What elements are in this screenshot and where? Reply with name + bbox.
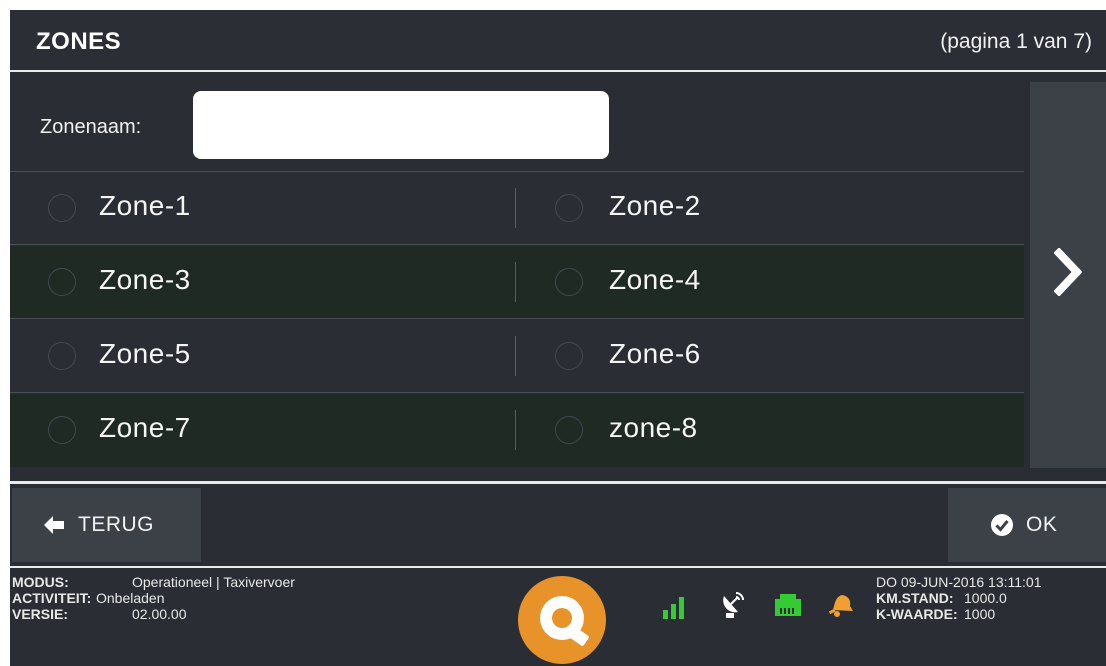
column-divider	[515, 262, 516, 302]
zone-label: Zone-3	[99, 264, 191, 295]
zone-label: Zone-6	[609, 338, 701, 369]
bell-icon	[828, 595, 853, 617]
signal-bars-icon	[663, 597, 684, 619]
radio-icon[interactable]	[48, 194, 76, 222]
status-key: MODUS:	[12, 574, 69, 590]
zone-name-input[interactable]	[193, 91, 609, 159]
zone-label: Zone-5	[99, 338, 191, 369]
header-bar: ZONES (pagina 1 van 7)	[10, 10, 1106, 72]
zone-row: Zone-7 zone-8	[10, 394, 1024, 467]
radio-icon[interactable]	[48, 342, 76, 370]
logo-tail	[566, 625, 590, 647]
satellite-dish-icon	[723, 592, 744, 618]
logo-center	[552, 608, 572, 628]
app-logo	[518, 576, 606, 664]
radio-icon[interactable]	[555, 342, 583, 370]
status-value: Onbeladen	[96, 590, 165, 606]
zone-option-6[interactable]: Zone-6	[517, 320, 1022, 392]
status-key: K-WAARDE:	[876, 606, 958, 622]
status-value: Operationeel | Taxivervoer	[132, 574, 295, 590]
status-key: ACTIVITEIT:	[12, 590, 92, 606]
zone-option-7[interactable]: Zone-7	[10, 394, 515, 466]
status-value: 1000.0	[964, 590, 1007, 606]
zone-option-3[interactable]: Zone-3	[10, 246, 515, 318]
zone-label: zone-8	[609, 412, 698, 443]
radio-icon[interactable]	[555, 194, 583, 222]
divider	[10, 481, 1106, 484]
column-divider	[515, 336, 516, 376]
arrow-left-icon	[44, 516, 64, 534]
zone-label: Zone-2	[609, 190, 701, 221]
page-title: ZONES	[36, 28, 122, 55]
status-key: VERSIE:	[12, 606, 69, 622]
status-bar: MODUS: Operationeel | Taxivervoer ACTIVI…	[10, 568, 1106, 666]
ok-button[interactable]: OK	[948, 488, 1106, 562]
network-port-icon	[775, 594, 801, 616]
zones-screen: ZONES (pagina 1 van 7) Zonenaam: Zone-1 …	[10, 10, 1106, 666]
zone-option-1[interactable]: Zone-1	[10, 172, 515, 244]
zone-label: Zone-4	[609, 264, 701, 295]
zone-option-8[interactable]: zone-8	[517, 394, 1022, 466]
ok-button-label: OK	[1026, 513, 1058, 536]
radio-icon[interactable]	[48, 416, 76, 444]
column-divider	[515, 188, 516, 228]
zone-label: Zone-1	[99, 190, 191, 221]
radio-icon[interactable]	[48, 268, 76, 296]
status-key: KM.STAND:	[876, 590, 954, 606]
zone-option-2[interactable]: Zone-2	[517, 172, 1022, 244]
zone-name-row: Zonenaam:	[10, 74, 1024, 172]
radio-icon[interactable]	[555, 416, 583, 444]
radio-icon[interactable]	[555, 268, 583, 296]
column-divider	[515, 410, 516, 450]
zone-name-label: Zonenaam:	[40, 116, 142, 138]
zone-row: Zone-1 Zone-2	[10, 172, 1024, 245]
status-value: 02.00.00	[132, 606, 187, 622]
back-button[interactable]: TERUG	[12, 488, 201, 562]
zone-option-5[interactable]: Zone-5	[10, 320, 515, 392]
check-circle-icon	[991, 514, 1013, 536]
status-datetime: DO 09-JUN-2016 13:11:01	[876, 574, 1042, 590]
zone-row: Zone-3 Zone-4	[10, 246, 1024, 319]
next-page-button[interactable]	[1030, 82, 1106, 468]
zone-option-4[interactable]: Zone-4	[517, 246, 1022, 318]
page-indicator: (pagina 1 van 7)	[940, 30, 1092, 53]
zone-label: Zone-7	[99, 412, 191, 443]
back-button-label: TERUG	[78, 513, 154, 536]
chevron-right-icon	[1054, 248, 1082, 296]
status-value: 1000	[964, 606, 996, 622]
zone-row: Zone-5 Zone-6	[10, 320, 1024, 393]
